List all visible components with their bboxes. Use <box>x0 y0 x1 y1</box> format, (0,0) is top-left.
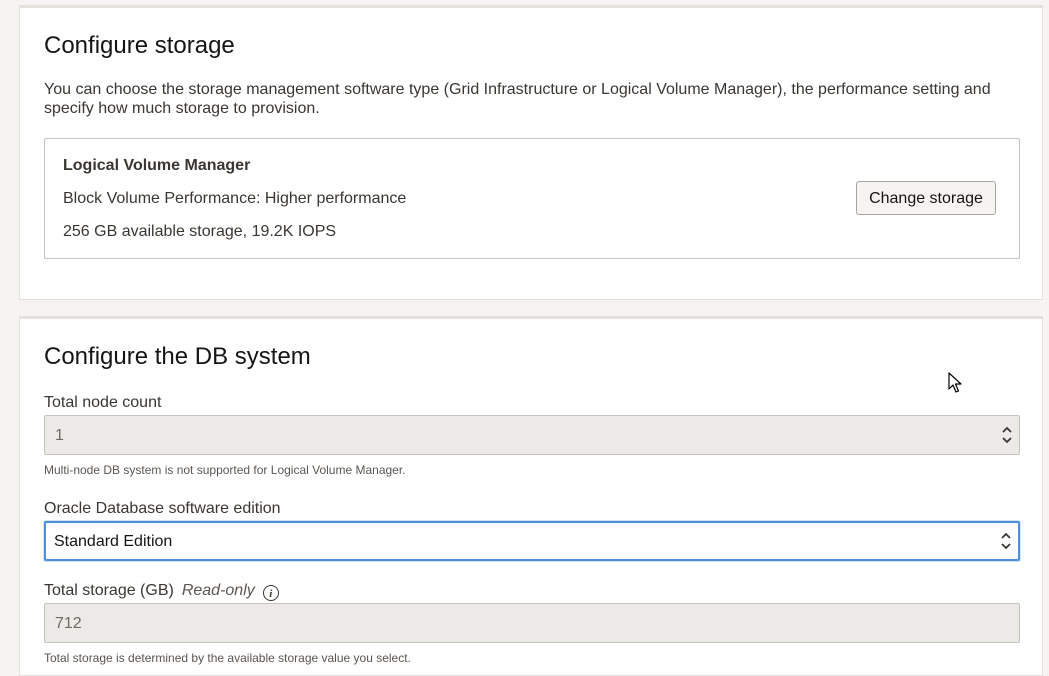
total-storage-value: 712 <box>55 615 82 632</box>
spinner-icon <box>1001 532 1011 550</box>
read-only-note: Read-only <box>181 582 255 599</box>
total-storage-help: Total storage is determined by the avail… <box>44 651 411 665</box>
configure-db-system-title: Configure the DB system <box>44 343 311 370</box>
change-storage-button[interactable]: Change storage <box>856 181 996 215</box>
node-count-value: 1 <box>55 427 64 444</box>
node-count-help: Multi-node DB system is not supported fo… <box>44 463 406 477</box>
configure-db-system-panel: Configure the DB system Total node count… <box>19 316 1043 676</box>
storage-performance-text: Block Volume Performance: Higher perform… <box>63 190 407 207</box>
configure-storage-description: You can choose the storage management so… <box>44 81 991 117</box>
total-storage-field: 712 <box>44 603 1020 643</box>
total-storage-label-row: Total storage (GB) Read-only i <box>44 582 279 601</box>
storage-capacity-text: 256 GB available storage, 19.2K IOPS <box>63 223 337 240</box>
configure-storage-panel: Configure storage You can choose the sto… <box>19 5 1043 300</box>
total-storage-label: Total storage (GB) <box>44 582 174 599</box>
mouse-pointer-icon <box>948 372 962 393</box>
storage-summary-box: Logical Volume Manager Block Volume Perf… <box>44 138 1020 259</box>
node-count-label: Total node count <box>44 394 162 411</box>
info-icon[interactable]: i <box>262 585 279 601</box>
node-count-select[interactable]: 1 <box>44 415 1020 455</box>
storage-type-name: Logical Volume Manager <box>63 157 251 174</box>
configure-storage-title: Configure storage <box>44 32 235 59</box>
spinner-icon <box>1002 426 1012 444</box>
edition-label: Oracle Database software edition <box>44 500 281 517</box>
edition-value: Standard Edition <box>54 533 173 550</box>
edition-select[interactable]: Standard Edition <box>44 521 1020 561</box>
